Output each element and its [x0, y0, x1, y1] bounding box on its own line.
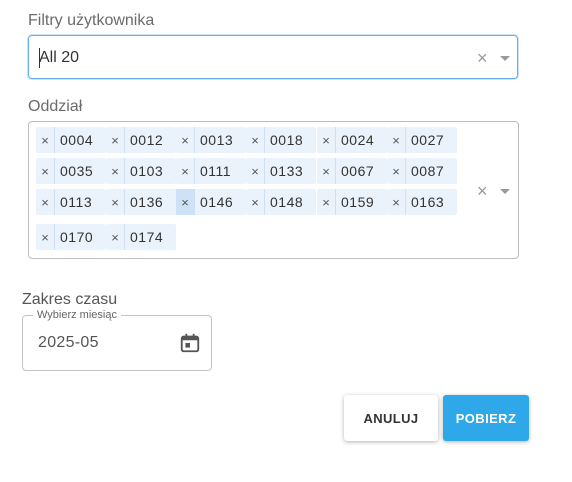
branch-tag-label: 0159	[341, 194, 375, 210]
branch-tag: × 0087	[387, 158, 457, 184]
tag-remove-icon[interactable]: ×	[106, 158, 125, 184]
branch-tag-label: 0067	[341, 163, 375, 179]
tag-remove-icon[interactable]: ×	[36, 189, 55, 215]
branch-tag: × 0027	[387, 127, 457, 153]
branch-tag: × 0013	[176, 127, 246, 153]
tag-remove-icon[interactable]: ×	[106, 127, 125, 153]
branch-tag: × 0067	[317, 158, 387, 184]
cancel-button[interactable]: ANULUJ	[344, 395, 438, 441]
branch-tag-label: 0024	[341, 132, 375, 148]
branch-tag-label: 0174	[130, 229, 164, 245]
tag-remove-icon[interactable]: ×	[246, 127, 265, 153]
calendar-icon[interactable]	[179, 332, 201, 354]
branch-tag: × 0163	[387, 189, 457, 215]
clear-all-icon[interactable]: ×	[477, 182, 488, 200]
branch-tag: × 0018	[246, 127, 316, 153]
branch-tag-label: 0136	[130, 194, 164, 210]
tag-remove-icon[interactable]: ×	[317, 127, 336, 153]
clear-icon[interactable]: ×	[477, 49, 488, 67]
month-picker-value[interactable]: 2025-05	[38, 334, 99, 352]
branch-tag-label: 0004	[60, 132, 94, 148]
time-range-label: Zakres czasu	[22, 291, 118, 308]
download-button[interactable]: POBIERZ	[443, 395, 529, 441]
chevron-down-icon[interactable]	[500, 56, 510, 61]
tag-remove-icon[interactable]: ×	[317, 158, 336, 184]
branch-tag-label: 0113	[60, 194, 93, 210]
tag-remove-icon[interactable]: ×	[36, 224, 55, 250]
chevron-down-icon[interactable]	[500, 189, 510, 194]
branch-tag: × 0113	[36, 189, 106, 215]
branch-tag: × 0012	[106, 127, 176, 153]
branch-multiselect[interactable]: × 0004 × 0012 × 0013 × 0018 × 0024 × 0027 × 0035 × 0103…	[28, 121, 519, 259]
branch-tag: × 0148	[246, 189, 316, 215]
month-picker-legend: Wybierz miesiąc	[33, 309, 121, 321]
tag-remove-icon[interactable]: ×	[36, 158, 55, 184]
branch-tag-label: 0012	[130, 132, 164, 148]
branch-tag: × 0103	[106, 158, 176, 184]
user-filter-select[interactable]: All 20 ×	[28, 35, 518, 79]
branch-tag: × 0146	[176, 189, 246, 215]
branch-tag-label: 0111	[200, 163, 232, 179]
tag-remove-icon[interactable]: ×	[176, 127, 195, 153]
month-picker[interactable]: Wybierz miesiąc 2025-05	[22, 309, 212, 371]
branch-tag-label: 0035	[60, 163, 94, 179]
tag-remove-icon[interactable]: ×	[387, 158, 406, 184]
branch-tag-label: 0027	[411, 132, 445, 148]
tag-remove-icon[interactable]: ×	[387, 127, 406, 153]
tag-remove-icon[interactable]: ×	[176, 158, 195, 184]
tag-remove-icon[interactable]: ×	[106, 224, 125, 250]
branch-tag: × 0133	[246, 158, 316, 184]
tag-remove-icon[interactable]: ×	[387, 189, 406, 215]
branch-tag: × 0004	[36, 127, 106, 153]
branch-tag-label: 0133	[270, 163, 304, 179]
tag-remove-icon[interactable]: ×	[246, 189, 265, 215]
branch-tag-label: 0103	[130, 163, 164, 179]
branch-tag-label: 0087	[411, 163, 445, 179]
branch-tag: × 0024	[317, 127, 387, 153]
tag-remove-icon[interactable]: ×	[317, 189, 336, 215]
user-filter-label: Filtry użytkownika	[28, 12, 155, 29]
branch-tag-label: 0013	[200, 132, 234, 148]
branch-tag-label: 0146	[200, 194, 234, 210]
tag-remove-icon[interactable]: ×	[36, 127, 55, 153]
branch-tag: × 0174	[106, 224, 176, 250]
branch-tag: × 0136	[106, 189, 176, 215]
branch-tag: × 0035	[36, 158, 106, 184]
branch-label: Oddział	[28, 98, 83, 115]
tag-remove-icon[interactable]: ×	[176, 189, 195, 215]
branch-tag: × 0111	[176, 158, 246, 184]
branch-tag-label: 0018	[270, 132, 304, 148]
branch-tag: × 0159	[317, 189, 387, 215]
tag-remove-icon[interactable]: ×	[106, 189, 125, 215]
tag-remove-icon[interactable]: ×	[246, 158, 265, 184]
branch-tag: × 0170	[36, 224, 106, 250]
branch-tag-label: 0163	[411, 194, 445, 210]
branch-tag-label: 0170	[60, 229, 94, 245]
user-filter-value: All 20	[39, 49, 80, 66]
branch-tag-label: 0148	[270, 194, 304, 210]
